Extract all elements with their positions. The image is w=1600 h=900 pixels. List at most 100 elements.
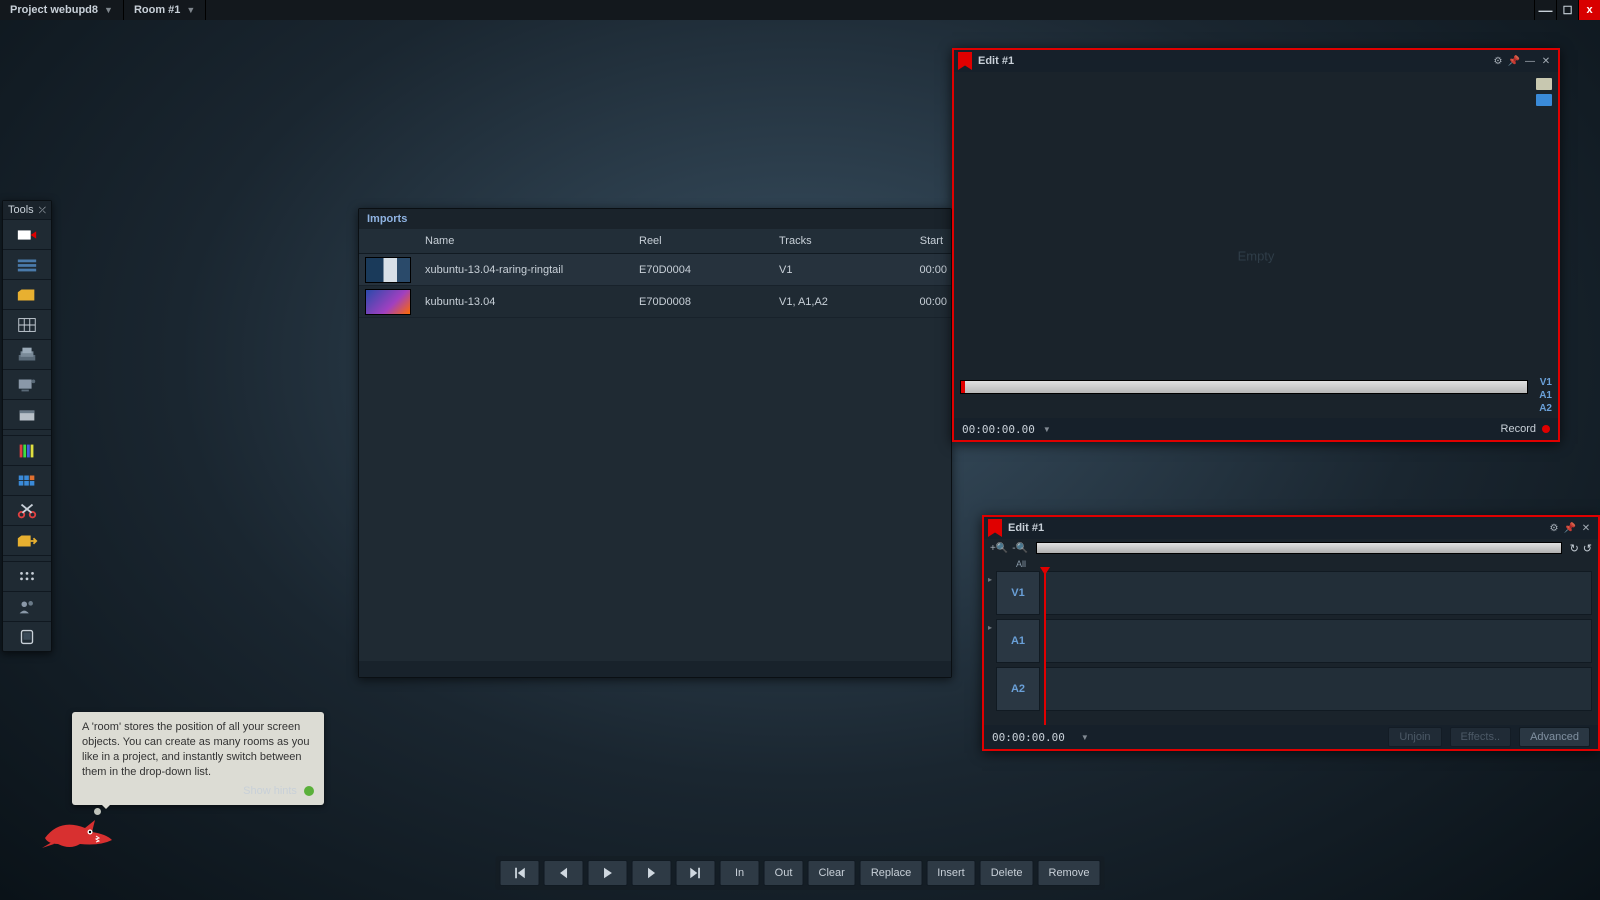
go-end-button[interactable] bbox=[676, 860, 716, 886]
viewer-canvas[interactable]: Empty V1 A1 A2 00:00:00.00 ▼ Record bbox=[954, 72, 1558, 440]
window-maximize-button[interactable]: ☐ bbox=[1556, 0, 1578, 20]
track-label[interactable]: A2 bbox=[1539, 403, 1552, 414]
step-forward-button[interactable] bbox=[632, 860, 672, 886]
bookmark-icon bbox=[958, 52, 972, 70]
insert-button[interactable]: Insert bbox=[926, 860, 976, 886]
gear-icon[interactable]: ⚙ bbox=[1546, 523, 1562, 534]
room-label: Room #1 bbox=[134, 4, 180, 16]
imports-panel: Imports Name Reel Tracks Start xubuntu-1… bbox=[358, 208, 952, 678]
timeline-tool[interactable] bbox=[3, 249, 51, 279]
clear-button[interactable]: Clear bbox=[808, 860, 856, 886]
track-header[interactable]: A1 bbox=[996, 619, 1040, 663]
expand-icon[interactable]: ▸ bbox=[984, 619, 996, 663]
import-row[interactable]: xubuntu-13.04-raring-ringtail E70D0004 V… bbox=[359, 254, 951, 286]
room-menu[interactable]: Room #1 ▼ bbox=[124, 0, 206, 20]
in-button[interactable]: In bbox=[720, 860, 760, 886]
mascot-shark-icon[interactable] bbox=[40, 810, 114, 853]
track-header[interactable]: V1 bbox=[996, 571, 1040, 615]
tools-title: Tools bbox=[8, 204, 34, 216]
remove-button[interactable]: Remove bbox=[1038, 860, 1101, 886]
timeline-track-row: ▸ V1 bbox=[984, 571, 1592, 615]
scopes-tool[interactable] bbox=[3, 435, 51, 465]
step-back-button[interactable] bbox=[544, 860, 584, 886]
close-icon[interactable]: ✕ bbox=[1578, 523, 1594, 534]
column-tracks[interactable]: Tracks bbox=[771, 235, 891, 247]
zoom-in-icon[interactable]: +🔍 bbox=[990, 543, 1008, 554]
out-button[interactable]: Out bbox=[764, 860, 804, 886]
window-close-button[interactable]: x bbox=[1578, 0, 1600, 20]
playhead-icon[interactable] bbox=[961, 381, 965, 393]
unjoin-button[interactable]: Unjoin bbox=[1388, 727, 1441, 747]
pin-icon[interactable]: 📌 bbox=[1562, 523, 1578, 534]
timeline-tracks: ▸ V1 ▸ A1 A2 bbox=[984, 571, 1598, 725]
tools-palette: Tools ⤫ bbox=[2, 200, 52, 652]
expand-icon[interactable] bbox=[984, 667, 996, 711]
playhead[interactable] bbox=[1044, 571, 1046, 725]
track-label[interactable]: V1 bbox=[1539, 377, 1552, 388]
minimize-icon[interactable]: — bbox=[1522, 56, 1538, 67]
export-tool[interactable] bbox=[3, 525, 51, 555]
apps-tool[interactable] bbox=[3, 561, 51, 591]
transport-bar: In Out Clear Replace Insert Delete Remov… bbox=[496, 856, 1105, 890]
chevron-down-icon[interactable]: ▼ bbox=[1081, 733, 1089, 742]
output-tool[interactable] bbox=[3, 369, 51, 399]
edit-timeline-title: Edit #1 bbox=[1008, 522, 1546, 534]
column-name[interactable]: Name bbox=[417, 235, 631, 247]
timecode[interactable]: 00:00:00.00 bbox=[992, 731, 1065, 744]
replace-button[interactable]: Replace bbox=[860, 860, 922, 886]
thumbnail bbox=[365, 289, 411, 315]
timeline-track-row: A2 bbox=[984, 667, 1592, 711]
import-tool[interactable] bbox=[3, 219, 51, 249]
list-icon[interactable] bbox=[1536, 94, 1552, 106]
column-start[interactable]: Start bbox=[891, 235, 951, 247]
chevron-down-icon[interactable]: ▼ bbox=[1043, 425, 1051, 434]
device-tool[interactable] bbox=[3, 621, 51, 651]
scrub-bar[interactable] bbox=[960, 380, 1528, 394]
project-label: Project webupd8 bbox=[10, 4, 98, 16]
effects-button[interactable]: Effects.. bbox=[1450, 727, 1512, 747]
play-button[interactable] bbox=[588, 860, 628, 886]
project-menu[interactable]: Project webupd8 ▼ bbox=[0, 0, 124, 20]
bin-tool[interactable] bbox=[3, 279, 51, 309]
timecode[interactable]: 00:00:00.00 bbox=[962, 423, 1035, 436]
close-icon[interactable]: ✕ bbox=[1538, 56, 1554, 67]
edit-viewer-title: Edit #1 bbox=[978, 55, 1490, 67]
timeline-ruler[interactable] bbox=[1036, 542, 1561, 554]
track-lane[interactable] bbox=[1044, 619, 1592, 663]
edit-timeline-titlebar[interactable]: Edit #1 ⚙ 📌 ✕ bbox=[984, 517, 1598, 539]
column-reel[interactable]: Reel bbox=[631, 235, 771, 247]
users-tool[interactable] bbox=[3, 591, 51, 621]
chevron-down-icon: ▼ bbox=[104, 5, 113, 15]
all-tracks-label[interactable]: All bbox=[984, 557, 1598, 571]
layers-tool[interactable] bbox=[3, 339, 51, 369]
gear-icon[interactable]: ⚙ bbox=[1490, 56, 1506, 67]
advanced-button[interactable]: Advanced bbox=[1519, 727, 1590, 747]
record-button[interactable]: Record bbox=[1501, 423, 1550, 435]
cell-tracks: V1, A1,A2 bbox=[771, 296, 891, 308]
track-header[interactable]: A2 bbox=[996, 667, 1040, 711]
window-minimize-button[interactable]: — bbox=[1534, 0, 1556, 20]
disk-tool[interactable] bbox=[3, 399, 51, 429]
go-start-button[interactable] bbox=[500, 860, 540, 886]
track-label[interactable]: A1 bbox=[1539, 390, 1552, 401]
pin-icon[interactable]: 📌 bbox=[1506, 56, 1522, 67]
cut-tool[interactable] bbox=[3, 495, 51, 525]
pin-icon[interactable]: ⤫ bbox=[39, 205, 46, 216]
track-lane[interactable] bbox=[1044, 667, 1592, 711]
keypad-tool[interactable] bbox=[3, 465, 51, 495]
edit-viewer-titlebar[interactable]: Edit #1 ⚙ 📌 — ✕ bbox=[954, 50, 1558, 72]
grid-tool[interactable] bbox=[3, 309, 51, 339]
hint-text: A 'room' stores the position of all your… bbox=[82, 720, 314, 779]
expand-icon[interactable]: ▸ bbox=[984, 571, 996, 615]
cell-start: 00:00 bbox=[891, 296, 951, 308]
tools-titlebar[interactable]: Tools ⤫ bbox=[3, 201, 51, 219]
loop-icon[interactable]: ↻ bbox=[1570, 542, 1579, 555]
import-row[interactable]: kubuntu-13.04 E70D0008 V1, A1,A2 00:00 bbox=[359, 286, 951, 318]
zoom-out-icon[interactable]: -🔍 bbox=[1012, 543, 1028, 554]
loop-icon[interactable]: ↺ bbox=[1583, 542, 1592, 555]
show-hints-toggle[interactable]: Show hints bbox=[82, 785, 314, 797]
folder-icon[interactable] bbox=[1536, 78, 1552, 90]
imports-title[interactable]: Imports bbox=[359, 209, 951, 229]
track-lane[interactable] bbox=[1044, 571, 1592, 615]
delete-button[interactable]: Delete bbox=[980, 860, 1034, 886]
